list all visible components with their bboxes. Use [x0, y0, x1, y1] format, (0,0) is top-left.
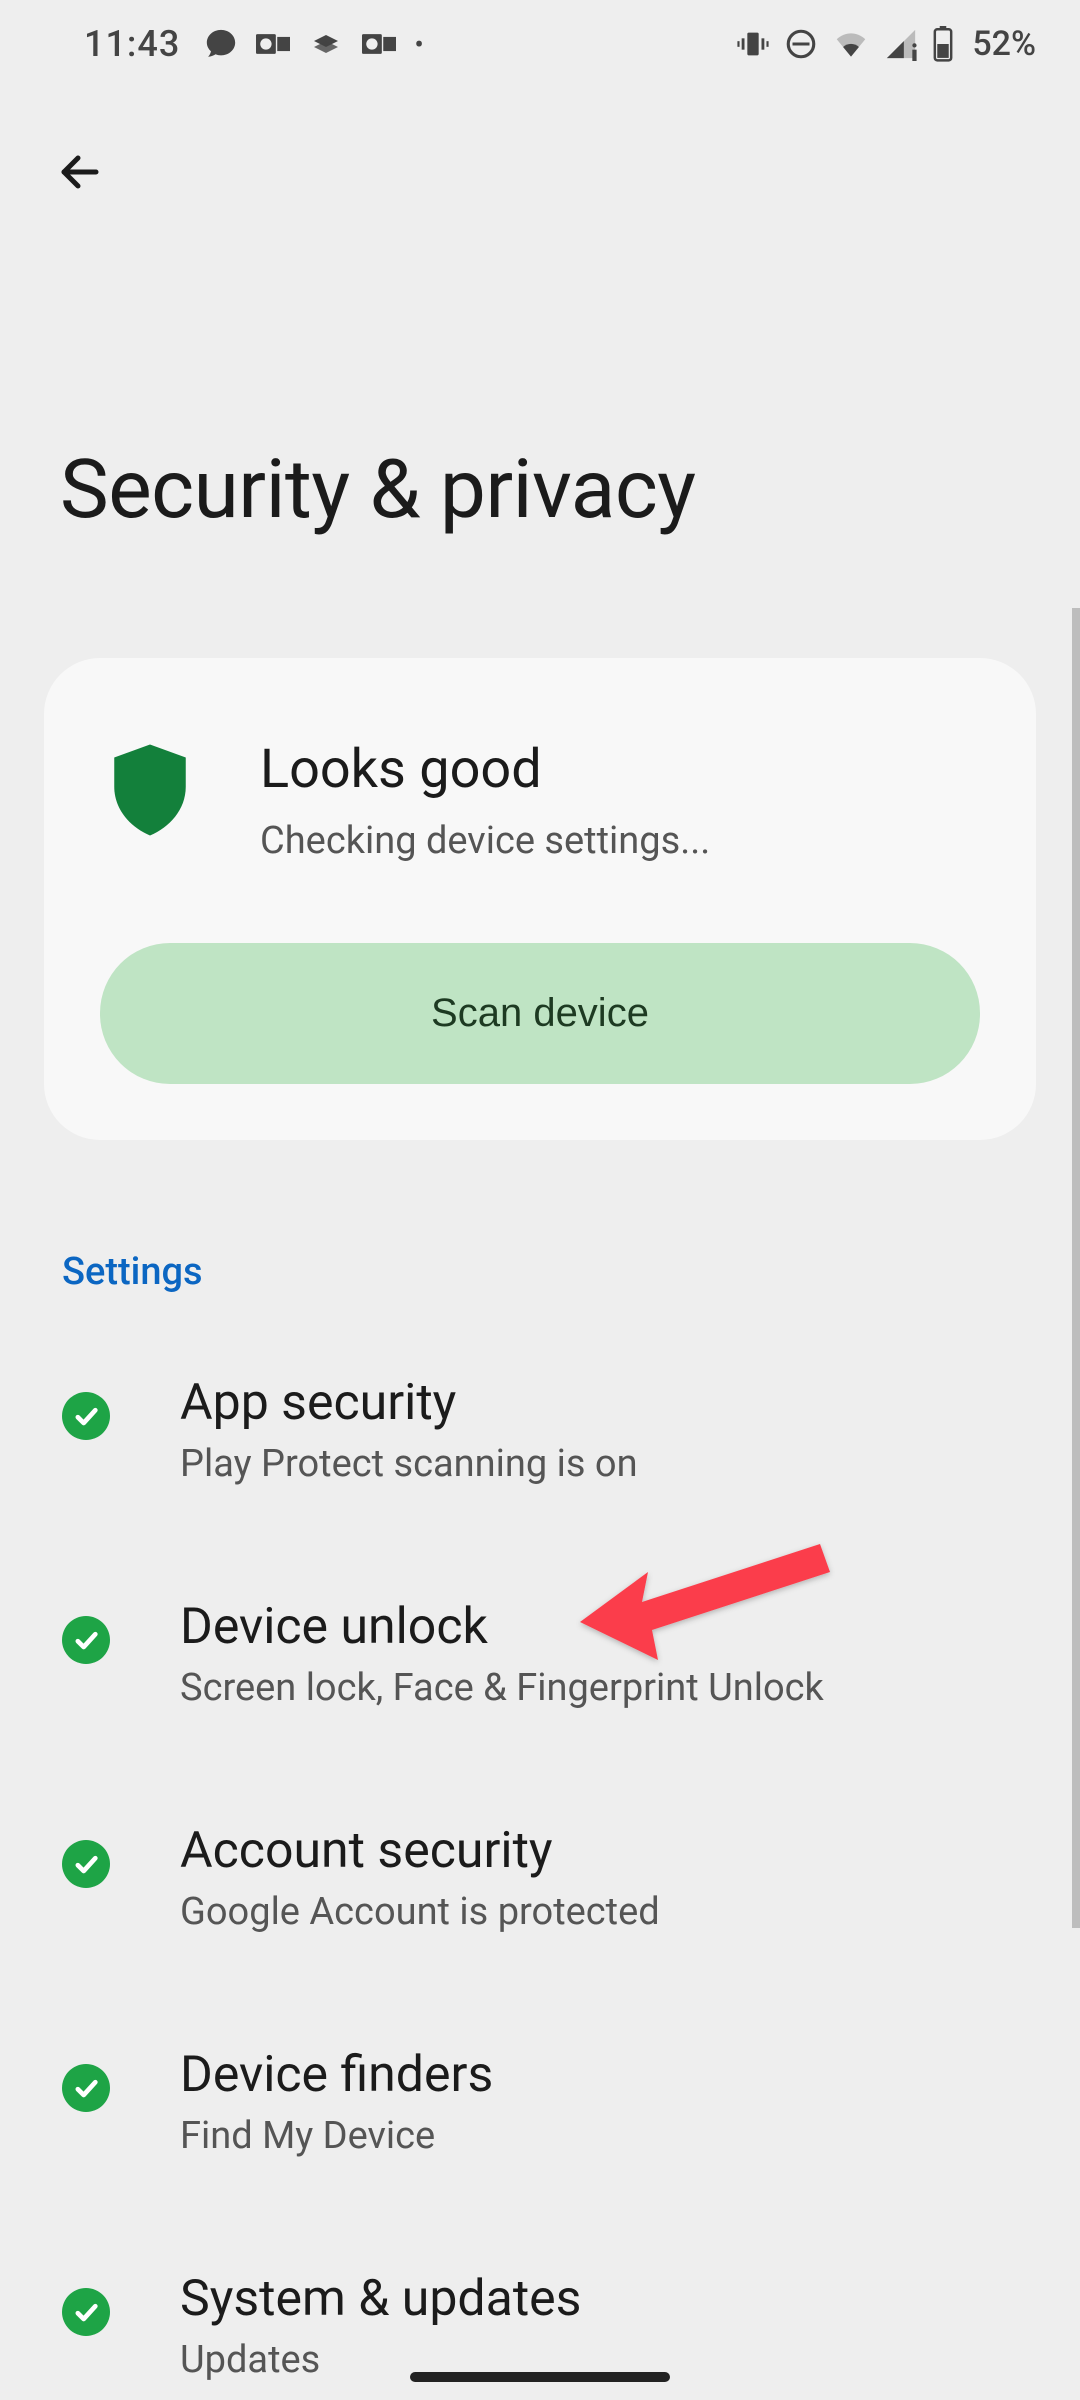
battery-icon [932, 26, 954, 62]
arrow-left-icon [56, 148, 104, 196]
outlook-icon-2 [362, 29, 396, 59]
outlook-icon [256, 29, 290, 59]
setting-app-security[interactable]: App security Play Protect scanning is on [0, 1318, 1080, 1542]
setting-title: App security [180, 1374, 1018, 1432]
check-icon [62, 2288, 110, 2336]
battery-text: 52% [972, 24, 1036, 64]
security-status-card: Looks good Checking device settings... S… [44, 658, 1036, 1140]
check-icon [62, 1616, 110, 1664]
status-right: 52% [736, 24, 1036, 64]
scroll-indicator [1072, 608, 1080, 1928]
check-icon [62, 1392, 110, 1440]
overflow-dot-icon: • [414, 28, 423, 61]
setting-subtitle: Play Protect scanning is on [180, 1442, 1018, 1486]
setting-title: Account security [180, 1822, 1018, 1880]
section-header-settings: Settings [0, 1140, 1080, 1318]
nav-handle[interactable] [410, 2372, 670, 2382]
setting-subtitle: Google Account is protected [180, 1890, 1018, 1934]
setting-device-unlock[interactable]: Device unlock Screen lock, Face & Finger… [0, 1542, 1080, 1766]
setting-title: Device finders [180, 2046, 1018, 2104]
status-title: Looks good [260, 738, 980, 801]
setting-title: Device unlock [180, 1598, 1018, 1656]
setting-title: System & updates [180, 2270, 1018, 2328]
check-icon [62, 2064, 110, 2112]
vibrate-icon [736, 27, 770, 61]
shield-icon [111, 744, 189, 836]
check-icon [62, 1840, 110, 1888]
setting-device-finders[interactable]: Device finders Find My Device [0, 1990, 1080, 2214]
dnd-icon [784, 27, 818, 61]
status-time: 11:43 [84, 23, 180, 65]
wifi-icon [832, 27, 870, 61]
scan-device-button[interactable]: Scan device [100, 943, 980, 1084]
back-button[interactable] [40, 132, 120, 212]
status-bar: 11:43 • 52% [0, 0, 1080, 88]
box-stack-icon [308, 29, 344, 59]
setting-subtitle: Screen lock, Face & Fingerprint Unlock [180, 1666, 1018, 1710]
settings-list: App security Play Protect scanning is on… [0, 1318, 1080, 2400]
status-subtitle: Checking device settings... [260, 819, 980, 863]
setting-subtitle: Find My Device [180, 2114, 1018, 2158]
status-left: 11:43 • [84, 23, 424, 65]
chat-icon [204, 27, 238, 61]
page-title: Security & privacy [0, 212, 1080, 538]
setting-account-security[interactable]: Account security Google Account is prote… [0, 1766, 1080, 1990]
signal-icon [884, 27, 918, 61]
